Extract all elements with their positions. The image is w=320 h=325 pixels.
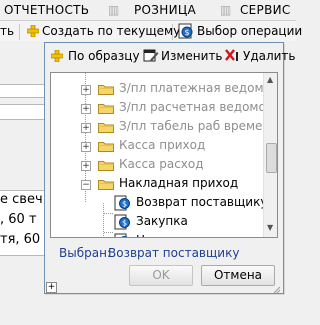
tree-item-label: З/пл платежная ведомость	[119, 81, 278, 95]
tree-item-label: Касса расход	[119, 157, 204, 171]
ok-button[interactable]: OK	[129, 265, 193, 286]
toolbar-partial-button[interactable]: ть	[0, 24, 14, 38]
expand-icon[interactable]: +	[81, 161, 91, 171]
scroll-down-icon[interactable]: ▼	[267, 223, 273, 232]
by-sample-label: По образцу	[68, 49, 140, 63]
tree-item-label: На комиссию	[134, 233, 221, 237]
dialog-toolbar: По образцу Изменить Удалить	[45, 43, 296, 69]
operation-document-icon: $	[114, 233, 131, 239]
operation-document-icon: $	[114, 195, 131, 211]
folder-icon	[98, 102, 114, 114]
operation-select-dialog: По образцу Изменить Удалить + З/пл плате…	[44, 42, 296, 294]
menu-service[interactable]: СЕРВИС	[240, 3, 291, 17]
tree-folder-item[interactable]: + Касса приход	[51, 137, 261, 156]
svg-text:$: $	[122, 219, 127, 228]
background-row-text: , 60 т	[0, 212, 37, 227]
folder-icon	[98, 178, 114, 190]
tree-document-item[interactable]: $ Возврат поставщику	[51, 194, 267, 213]
menu-separator-icon: ▥	[108, 3, 120, 17]
menu-bar: ОТЧЕТНОСТЬ ▥ РОЗНИЦА ▥ СЕРВИС	[0, 0, 296, 21]
svg-text:$: $	[122, 238, 127, 239]
folder-icon	[98, 83, 114, 95]
tree-folder-item[interactable]: + Касса расход	[51, 156, 261, 175]
scroll-thumb[interactable]	[266, 143, 277, 173]
tree-scrollbar[interactable]: ▲ ▼	[263, 73, 277, 237]
delete-label: Удалить	[243, 49, 296, 63]
svg-text:$: $	[122, 200, 127, 209]
expand-icon[interactable]: +	[81, 85, 91, 95]
plus-icon	[51, 50, 63, 62]
background-row-text: тя, 60	[0, 232, 41, 247]
background-row-text: е свеч	[0, 192, 43, 207]
cancel-button[interactable]: Отмена	[201, 265, 275, 286]
tree-item-label: Закупка	[136, 214, 188, 228]
expand-icon[interactable]: +	[81, 123, 91, 133]
resize-grip-icon[interactable]	[273, 283, 281, 294]
collapse-icon[interactable]: −	[81, 180, 91, 190]
edit-label: Изменить	[161, 49, 223, 63]
edit-icon	[143, 49, 159, 62]
tree-folder-item[interactable]: − Накладная приход	[51, 175, 261, 194]
toolbar-divider	[19, 24, 20, 40]
operation-document-icon: $	[114, 214, 131, 230]
tree-item-label: Касса приход	[119, 138, 206, 152]
background-field	[0, 104, 44, 120]
menu-reports[interactable]: ОТЧЕТНОСТЬ	[4, 3, 89, 17]
expand-icon[interactable]: +	[81, 104, 91, 114]
tree-folder-item[interactable]: + З/пл платежная ведомость	[51, 80, 277, 99]
expand-small-icon[interactable]: +	[46, 282, 57, 293]
tree-item-label: З/пл табель раб времени	[119, 119, 278, 133]
tree-folder-item[interactable]: + З/пл расчетная ведомость	[51, 99, 277, 118]
tree-item-label: Возврат поставщику	[136, 195, 268, 209]
expand-icon[interactable]: +	[81, 142, 91, 152]
menu-retail[interactable]: РОЗНИЦА	[134, 3, 196, 17]
menu-separator-icon: ▥	[220, 3, 232, 17]
create-by-current-label: Создать по текущему	[42, 24, 181, 38]
tree-folder-item[interactable]: + З/пл табель раб времени	[51, 118, 277, 137]
background-field	[0, 84, 44, 98]
choose-operation-label: Выбор операции	[197, 24, 303, 38]
selected-value: Возврат поставщику	[108, 246, 240, 260]
folder-icon	[98, 121, 114, 133]
folder-icon	[98, 140, 114, 152]
tree-item-label: З/пл расчетная ведомость	[119, 100, 278, 114]
operation-document-icon: $	[178, 23, 193, 39]
svg-text:$: $	[184, 28, 189, 37]
selected-caption: Выбран:	[59, 246, 111, 260]
toolbar-divider	[172, 24, 173, 40]
folder-icon	[98, 159, 114, 171]
tree-document-item[interactable]: $ Закупка	[51, 213, 261, 232]
tree-item-label: Накладная приход	[119, 176, 239, 190]
scroll-up-icon[interactable]: ▲	[267, 75, 273, 84]
delete-icon	[225, 49, 238, 61]
tree-document-item[interactable]: $ На комиссию	[51, 232, 261, 239]
plus-icon	[27, 25, 39, 37]
operations-tree[interactable]: + З/пл платежная ведомость + З/пл расчетная…	[50, 72, 278, 238]
